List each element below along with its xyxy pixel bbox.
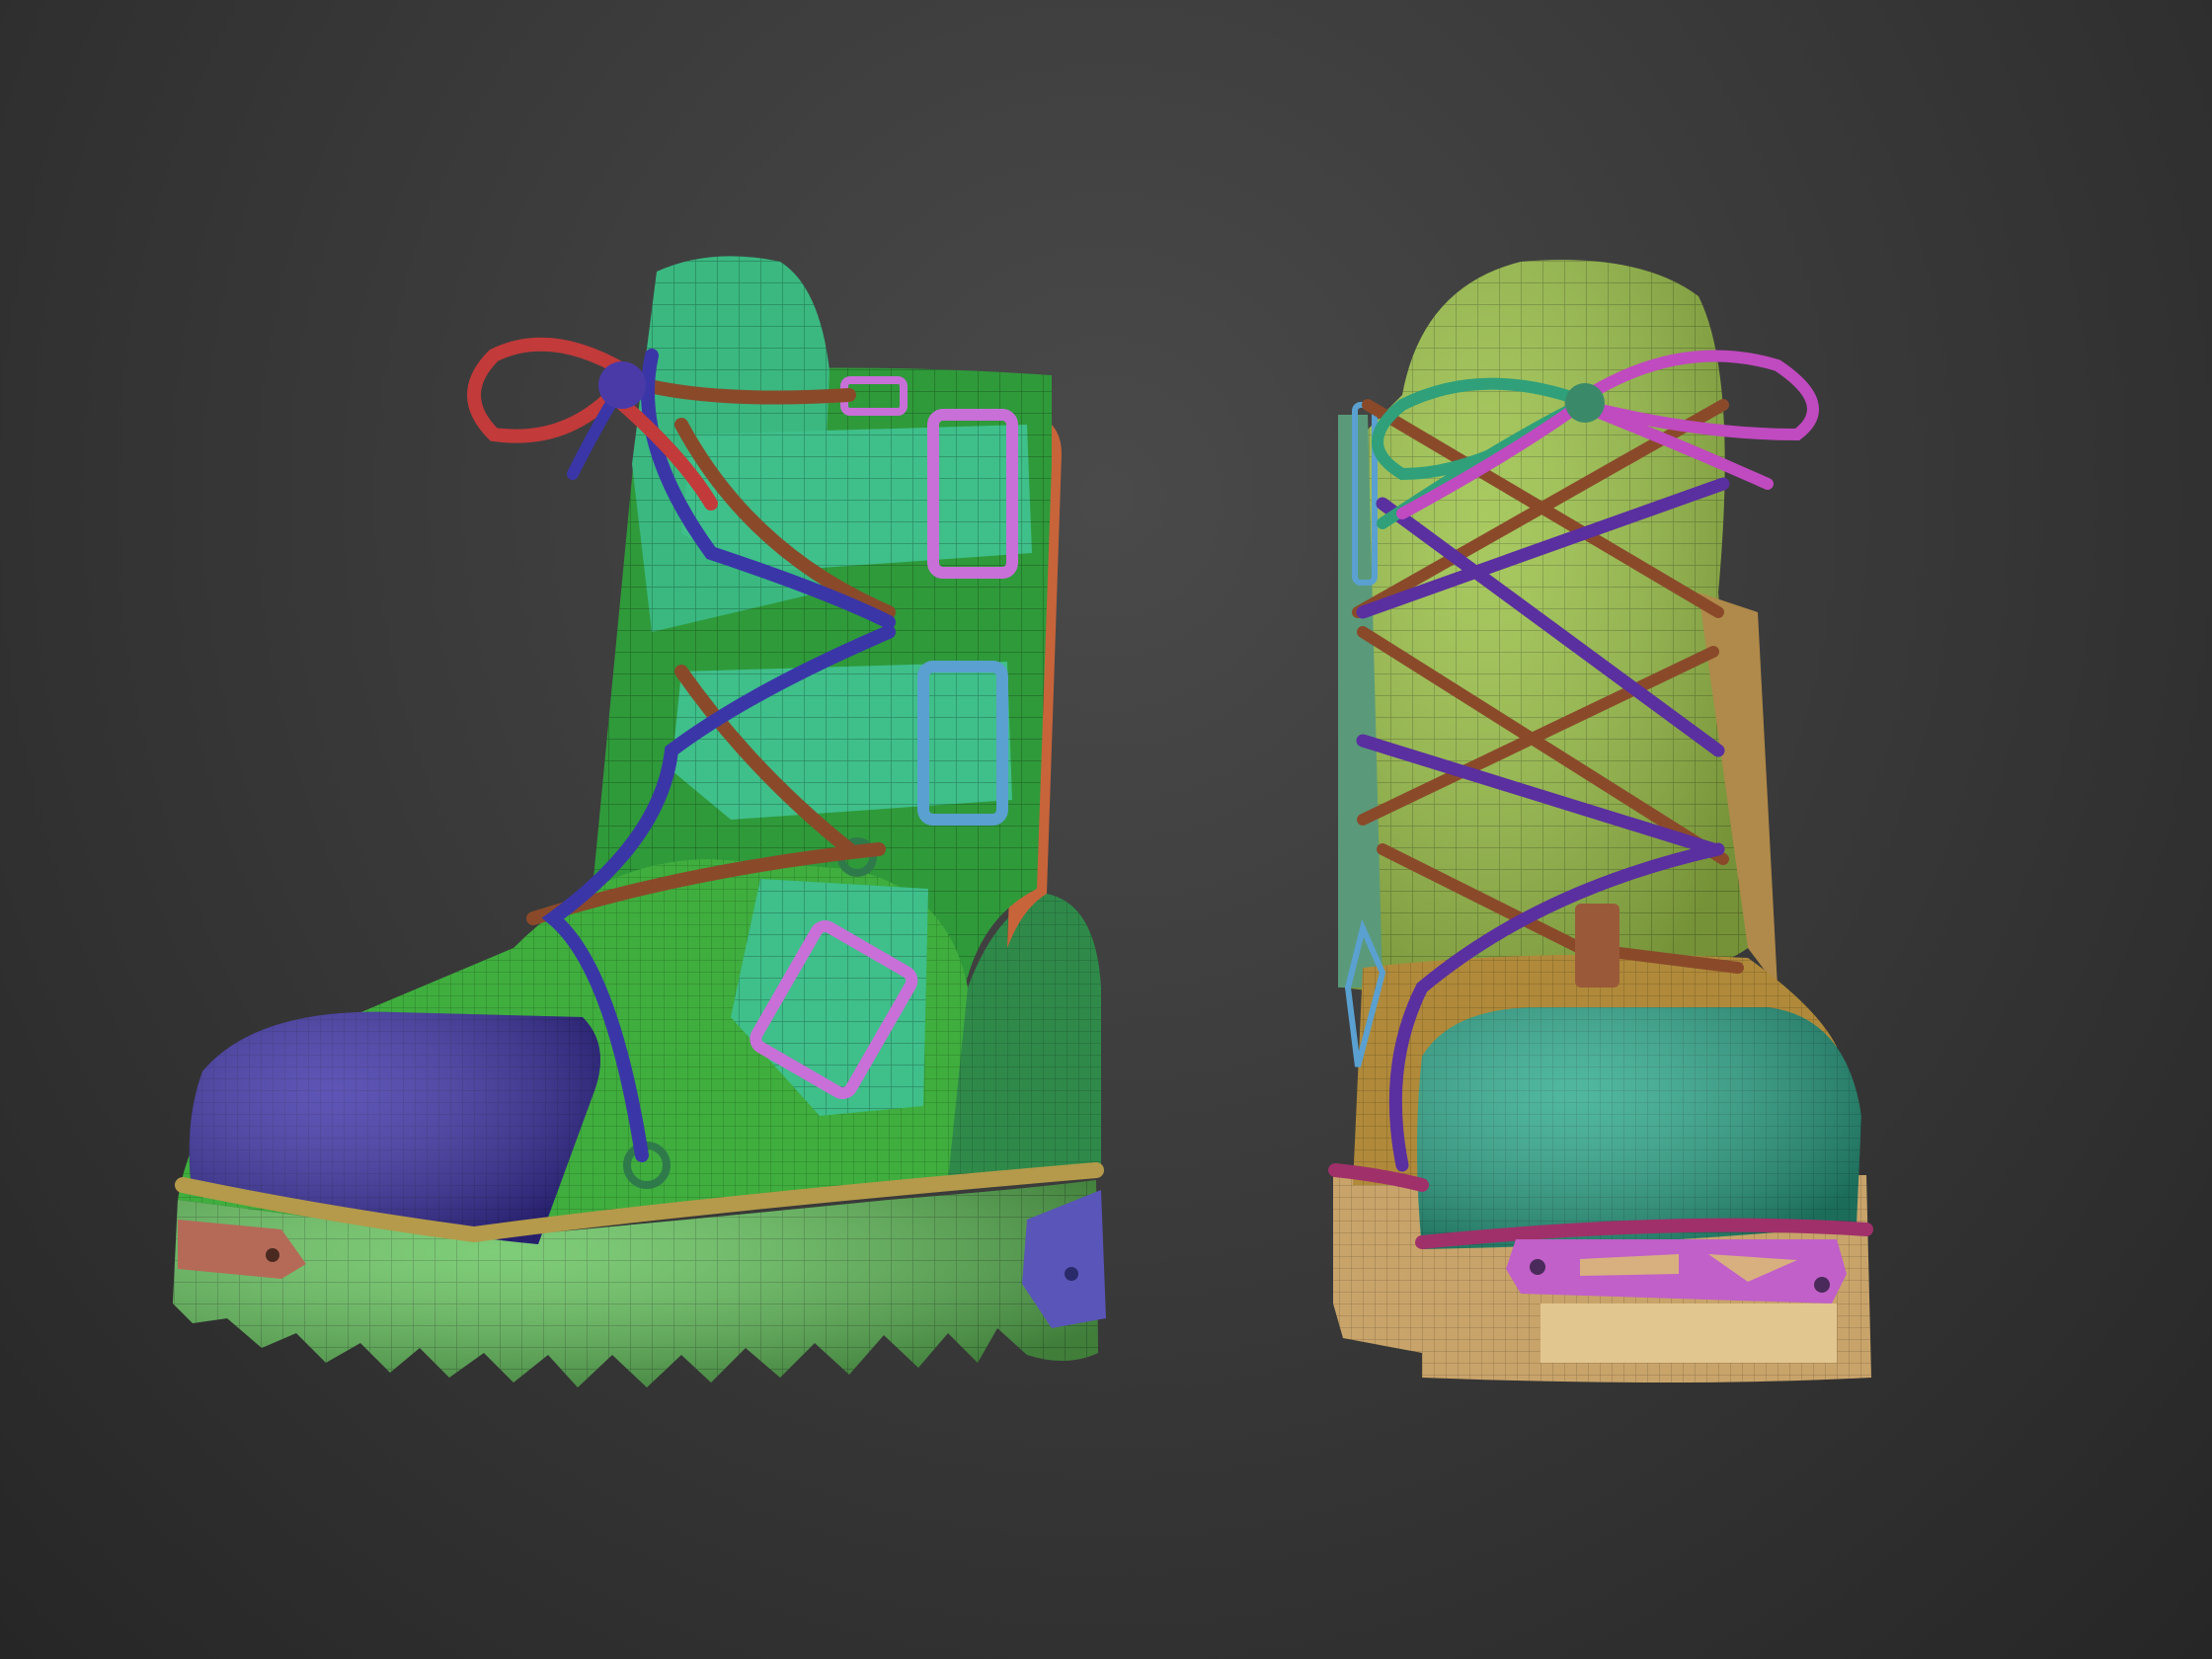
front-view-boot [1328, 260, 1873, 1382]
toe-plate-rivet-icon [1814, 1277, 1830, 1293]
front-boot-lace-knot [1565, 383, 1605, 423]
heel-plate-rivet-icon [1065, 1267, 1078, 1281]
render-viewport [0, 0, 2212, 1659]
toe-plate-rivet-icon [1530, 1259, 1545, 1275]
front-boot-lace-keeper [1575, 904, 1620, 988]
side-boot-lace-knot [598, 361, 646, 409]
toe-tab-rivet-icon [266, 1248, 279, 1262]
boot-render [173, 256, 1873, 1387]
side-view-boot [173, 256, 1106, 1387]
